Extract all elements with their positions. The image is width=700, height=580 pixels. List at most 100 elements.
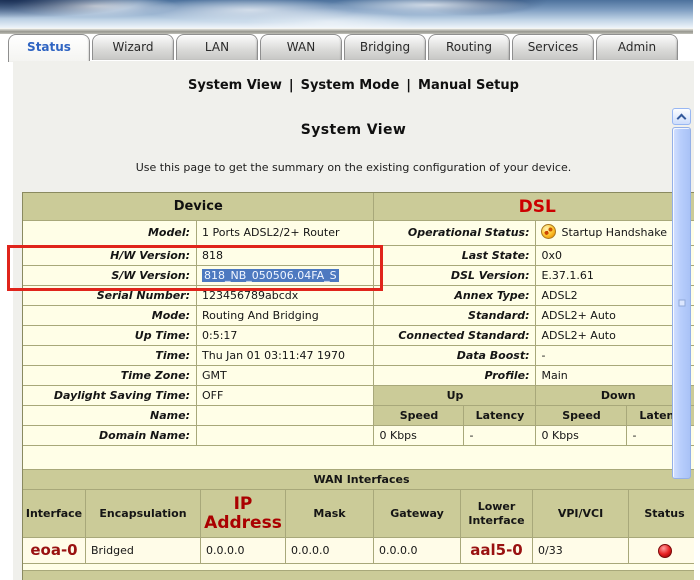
table-row: H/W Version: 818 xyxy=(23,246,373,266)
table-row: S/W Version: 818_NB_050506.04FA_S xyxy=(23,266,373,286)
interface-name: eoa-0 xyxy=(23,538,86,563)
encapsulation-value: Bridged xyxy=(86,538,201,563)
tab-routing[interactable]: Routing xyxy=(428,34,510,60)
up-arrow-icon xyxy=(677,114,687,124)
name-value xyxy=(197,406,373,426)
down-header: Down xyxy=(536,386,694,406)
serial-number-value: 123456789abcdx xyxy=(197,286,373,306)
standard-value: ADSL2+ Auto xyxy=(536,306,694,326)
table-row: Data Boost: - xyxy=(374,346,694,366)
tab-bridging[interactable]: Bridging xyxy=(344,34,426,60)
col-lower-interface: Lower Interface xyxy=(461,490,533,537)
dsl-section-header: DSL xyxy=(374,193,694,221)
col-gateway: Gateway xyxy=(374,490,461,537)
ip-address-value: 0.0.0.0 xyxy=(201,538,286,563)
up-speed-header: Speed xyxy=(374,406,464,426)
row-label: Time Zone: xyxy=(23,366,197,386)
gateway-value: 0.0.0.0 xyxy=(374,538,461,563)
table-row: Operational Status: Startup Handshake xyxy=(374,221,694,246)
nav-link-manual-setup[interactable]: Manual Setup xyxy=(418,78,519,93)
table-row: Annex Type: ADSL2 xyxy=(374,286,694,306)
up-latency-value: - xyxy=(464,426,536,446)
row-label: S/W Version: xyxy=(23,266,197,286)
table-row: Daylight Saving Time: OFF xyxy=(23,386,373,406)
col-vpi-vci: VPI/VCI xyxy=(533,490,629,537)
row-label: Domain Name: xyxy=(23,426,197,446)
row-label: Time: xyxy=(23,346,197,366)
scroll-up-button[interactable] xyxy=(672,108,691,125)
table-row: Mode: Routing And Bridging xyxy=(23,306,373,326)
col-ip-address: IP Address xyxy=(201,490,286,537)
tab-admin[interactable]: Admin xyxy=(596,34,678,60)
row-label: Profile: xyxy=(374,366,536,386)
col-mask: Mask xyxy=(286,490,374,537)
lower-interface-value: aal5-0 xyxy=(461,538,533,563)
up-header: Up xyxy=(374,386,536,406)
device-section-header: Device xyxy=(23,193,373,221)
system-view-table: Device Model: 1 Ports ADSL2/2+ Router H/… xyxy=(22,192,694,580)
vertical-scrollbar[interactable] xyxy=(672,108,691,580)
row-label: Model: xyxy=(23,221,197,246)
row-label: Last State: xyxy=(374,246,536,266)
row-label: Serial Number: xyxy=(23,286,197,306)
wan-column-headers: Interface Encapsulation IP Address Mask … xyxy=(23,490,694,538)
row-label: H/W Version: xyxy=(23,246,197,266)
row-label: Connected Standard: xyxy=(374,326,536,346)
row-label: Name: xyxy=(23,406,197,426)
speed-latency-value-row: 0 Kbps - 0 Kbps - xyxy=(374,426,694,446)
tab-services[interactable]: Services xyxy=(512,34,594,60)
nav-separator: | xyxy=(406,78,411,93)
wan-interface-row: eoa-0 Bridged 0.0.0.0 0.0.0.0 0.0.0.0 aa… xyxy=(23,538,694,564)
table-row: Up Time: 0:5:17 xyxy=(23,326,373,346)
tab-status[interactable]: Status xyxy=(8,34,90,62)
mode-value: Routing And Bridging xyxy=(197,306,373,326)
dsl-version-value: E.37.1.61 xyxy=(536,266,694,286)
table-row: Name: xyxy=(23,406,373,426)
device-section: Device Model: 1 Ports ADSL2/2+ Router H/… xyxy=(23,193,373,446)
nav-link-system-view[interactable]: System View xyxy=(188,78,282,93)
banner-image xyxy=(0,0,693,28)
nav-separator: | xyxy=(289,78,294,93)
next-section-header-partial xyxy=(23,571,694,580)
row-label: Daylight Saving Time: xyxy=(23,386,197,406)
content-pane: System View | System Mode | Manual Setup Sys… xyxy=(13,61,694,580)
table-spacer xyxy=(23,446,694,470)
last-state-value: 0x0 xyxy=(536,246,694,266)
wan-interfaces-header: WAN Interfaces xyxy=(23,470,694,490)
selected-text: 818_NB_050506.04FA_S xyxy=(202,269,339,282)
status-ball-red-icon xyxy=(658,544,672,558)
hw-version-value: 818 xyxy=(197,246,373,266)
uptime-value: 0:5:17 xyxy=(197,326,373,346)
tab-wizard[interactable]: Wizard xyxy=(92,34,174,60)
scrollbar-grip-icon xyxy=(678,300,685,307)
tab-lan[interactable]: LAN xyxy=(176,34,258,60)
row-label: Up Time: xyxy=(23,326,197,346)
row-label: Data Boost: xyxy=(374,346,536,366)
row-label: Mode: xyxy=(23,306,197,326)
tab-wan[interactable]: WAN xyxy=(260,34,342,60)
vpi-vci-value: 0/33 xyxy=(533,538,629,563)
row-label: DSL Version: xyxy=(374,266,536,286)
breadcrumb: System View | System Mode | Manual Setup xyxy=(13,78,694,93)
time-value: Thu Jan 01 03:11:47 1970 xyxy=(197,346,373,366)
connected-standard-value: ADSL2+ Auto xyxy=(536,326,694,346)
table-row: Time: Thu Jan 01 03:11:47 1970 xyxy=(23,346,373,366)
domain-name-value xyxy=(197,426,373,446)
nav-link-system-mode[interactable]: System Mode xyxy=(301,78,400,93)
annex-type-value: ADSL2 xyxy=(536,286,694,306)
updown-header-row: Up Down xyxy=(374,386,694,406)
table-spacer xyxy=(23,564,694,571)
operational-status-value: Startup Handshake xyxy=(536,221,694,246)
page-description: Use this page to get the summary on the … xyxy=(13,161,694,174)
data-boost-value: - xyxy=(536,346,694,366)
row-label: Standard: xyxy=(374,306,536,326)
scrollbar-thumb[interactable] xyxy=(672,127,691,479)
dst-value: OFF xyxy=(197,386,373,406)
col-interface: Interface xyxy=(23,490,86,537)
speed-latency-header-row: Speed Latency Speed Latency xyxy=(374,406,694,426)
up-speed-value: 0 Kbps xyxy=(374,426,464,446)
table-row: Domain Name: xyxy=(23,426,373,446)
table-row: Serial Number: 123456789abcdx xyxy=(23,286,373,306)
page-title: System View xyxy=(13,122,694,138)
profile-value: Main xyxy=(536,366,694,386)
